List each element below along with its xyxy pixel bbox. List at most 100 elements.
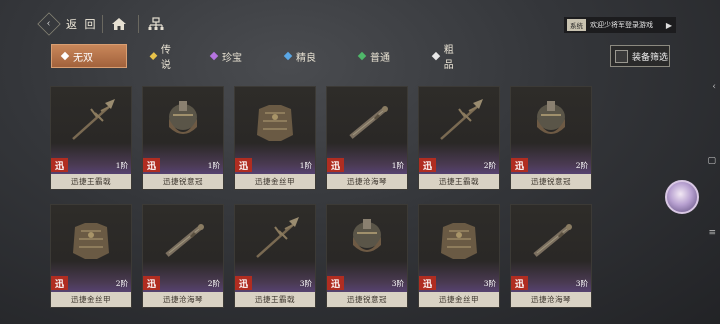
equipment-card[interactable]: 迅 3阶迅捷王霸戟: [234, 204, 316, 308]
tab-label: 无双: [73, 52, 93, 64]
equipment-card[interactable]: 迅 1阶迅捷王霸戟: [50, 86, 132, 190]
tab-2[interactable]: 珍宝: [201, 44, 261, 68]
play-arrow-icon: ▶: [665, 20, 672, 30]
home-button[interactable]: [108, 14, 130, 34]
speed-badge: 迅: [327, 158, 344, 172]
rarity-diamond-icon: [60, 51, 70, 61]
top-bar: ‹ 返 回 系统 欢迎少将军登录游戏 ▶: [0, 0, 720, 38]
tab-0[interactable]: 无双: [51, 44, 127, 68]
speed-badge: 迅: [419, 276, 436, 290]
rarity-diamond-icon: [209, 51, 219, 61]
system-nav: ‹ ▢ ≡: [704, 0, 720, 324]
item-level: 3阶: [299, 279, 312, 288]
tab-label: 粗品: [443, 45, 454, 71]
speed-badge: 迅: [235, 276, 252, 290]
armor-icon: [235, 87, 315, 157]
helmet-icon: [327, 205, 407, 275]
hierarchy-button[interactable]: [145, 14, 167, 34]
item-name: 迅捷沧海琴: [511, 292, 591, 307]
assistant-avatar[interactable]: [665, 180, 699, 214]
item-level: 1阶: [299, 161, 312, 170]
back-label: 返 回: [66, 18, 98, 31]
equipment-card[interactable]: 迅 3阶迅捷金丝甲: [418, 204, 500, 308]
divider: [138, 15, 139, 33]
item-level: 3阶: [483, 279, 496, 288]
item-level: 2阶: [115, 279, 128, 288]
item-name: 迅捷王霸戟: [51, 174, 131, 189]
filter-label: 装备筛选: [632, 52, 669, 63]
zither-icon: [511, 205, 591, 275]
equipment-card[interactable]: 迅 1阶迅捷锐意冠: [142, 86, 224, 190]
back-arrow-icon: ‹: [37, 12, 61, 36]
menu-nav-icon[interactable]: ≡: [708, 228, 716, 238]
tab-label: 精良: [296, 52, 316, 64]
speed-badge: 迅: [419, 158, 436, 172]
item-level: 2阶: [207, 279, 220, 288]
item-name: 迅捷金丝甲: [235, 174, 315, 189]
rarity-diamond-icon: [283, 51, 293, 61]
divider: [102, 15, 103, 33]
speed-badge: 迅: [143, 276, 160, 290]
notice-tag: 系统: [567, 19, 586, 31]
tab-1[interactable]: 传说: [141, 44, 187, 71]
item-name: 迅捷沧海琴: [143, 292, 223, 307]
item-name: 迅捷王霸戟: [419, 174, 499, 189]
back-button[interactable]: ‹ 返 回: [37, 12, 100, 36]
speed-badge: 迅: [511, 276, 528, 290]
item-level: 1阶: [391, 161, 404, 170]
item-name: 迅捷王霸戟: [235, 292, 315, 307]
spear-icon: [419, 87, 499, 157]
tab-label: 普通: [370, 52, 390, 64]
zither-icon: [327, 87, 407, 157]
speed-badge: 迅: [235, 158, 252, 172]
equipment-card[interactable]: 迅 3阶迅捷沧海琴: [510, 204, 592, 308]
rarity-diamond-icon: [357, 51, 367, 61]
equipment-card[interactable]: 迅 2阶迅捷沧海琴: [142, 204, 224, 308]
speed-badge: 迅: [51, 158, 68, 172]
armor-icon: [51, 205, 131, 275]
item-level: 1阶: [207, 161, 220, 170]
item-name: 迅捷锐意冠: [511, 174, 591, 189]
item-level: 2阶: [575, 161, 588, 170]
rarity-diamond-icon: [149, 52, 158, 60]
equipment-card[interactable]: 迅 2阶迅捷金丝甲: [50, 204, 132, 308]
item-name: 迅捷金丝甲: [419, 292, 499, 307]
filter-checkbox-icon: [615, 49, 628, 63]
tab-5[interactable]: 粗品: [423, 44, 473, 71]
item-name: 迅捷沧海琴: [327, 174, 407, 189]
rarity-tabs: 无双 传说 珍宝 精良 普通 粗品: [51, 44, 473, 71]
rarity-diamond-icon: [431, 51, 441, 61]
equipment-filter-button[interactable]: 装备筛选: [610, 45, 670, 67]
hierarchy-icon: [148, 17, 164, 30]
speed-badge: 迅: [327, 276, 344, 290]
equipment-card[interactable]: 迅 1阶迅捷金丝甲: [234, 86, 316, 190]
notice-text: 欢迎少将军登录游戏: [590, 21, 653, 29]
helmet-icon: [143, 87, 223, 157]
equipment-card[interactable]: 迅 2阶迅捷锐意冠: [510, 86, 592, 190]
item-level: 3阶: [575, 279, 588, 288]
speed-badge: 迅: [511, 158, 528, 172]
helmet-icon: [511, 87, 591, 157]
item-level: 2阶: [483, 161, 496, 170]
item-name: 迅捷锐意冠: [327, 292, 407, 307]
equipment-card[interactable]: 迅 1阶迅捷沧海琴: [326, 86, 408, 190]
item-name: 迅捷锐意冠: [143, 174, 223, 189]
armor-icon: [419, 205, 499, 275]
item-name: 迅捷金丝甲: [51, 292, 131, 307]
back-nav-icon[interactable]: ‹: [712, 82, 716, 92]
system-notice[interactable]: 系统 欢迎少将军登录游戏 ▶: [564, 17, 676, 33]
tab-4[interactable]: 普通: [349, 44, 409, 68]
equipment-card[interactable]: 迅 3阶迅捷锐意冠: [326, 204, 408, 308]
home-nav-icon[interactable]: ▢: [707, 156, 716, 166]
speed-badge: 迅: [143, 158, 160, 172]
item-level: 1阶: [115, 161, 128, 170]
spear-icon: [51, 87, 131, 157]
equipment-card[interactable]: 迅 2阶迅捷王霸戟: [418, 86, 500, 190]
tab-label: 传说: [160, 45, 171, 71]
tab-3[interactable]: 精良: [275, 44, 335, 68]
zither-icon: [143, 205, 223, 275]
home-icon: [112, 18, 126, 30]
item-level: 3阶: [391, 279, 404, 288]
spear-icon: [235, 205, 315, 275]
speed-badge: 迅: [51, 276, 68, 290]
